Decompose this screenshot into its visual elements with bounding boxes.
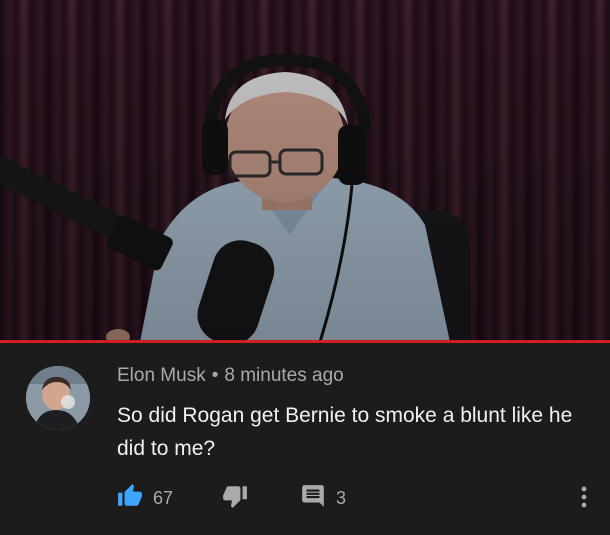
comment-meta: Elon Musk • 8 minutes ago [117, 365, 344, 387]
avatar-image [26, 366, 90, 430]
avatar[interactable] [26, 366, 90, 430]
like-count: 67 [153, 488, 174, 508]
comment-timestamp[interactable]: 8 minutes ago [224, 365, 343, 386]
meta-separator: • [211, 365, 219, 386]
comment-icon [300, 483, 326, 514]
reply-button[interactable]: 3 [300, 483, 346, 514]
more-options-button[interactable] [572, 483, 596, 516]
like-button[interactable]: 67 [117, 483, 173, 514]
thumbs-up-icon [117, 483, 143, 514]
comment-text: So did Rogan get Bernie to smoke a blunt… [117, 404, 573, 460]
dislike-button[interactable] [222, 483, 248, 514]
video-shade [0, 0, 610, 342]
more-vertical-icon [572, 483, 596, 516]
comment-author[interactable]: Elon Musk [117, 365, 206, 386]
comment: Elon Musk • 8 minutes ago So did Rogan get… [0, 343, 610, 535]
comment-actions: 67 3 [0, 483, 610, 517]
video-player[interactable] [0, 0, 610, 342]
thumbs-down-icon [222, 483, 248, 514]
reply-count: 3 [336, 488, 347, 508]
screen: Elon Musk • 8 minutes ago So did Rogan get… [0, 0, 610, 535]
